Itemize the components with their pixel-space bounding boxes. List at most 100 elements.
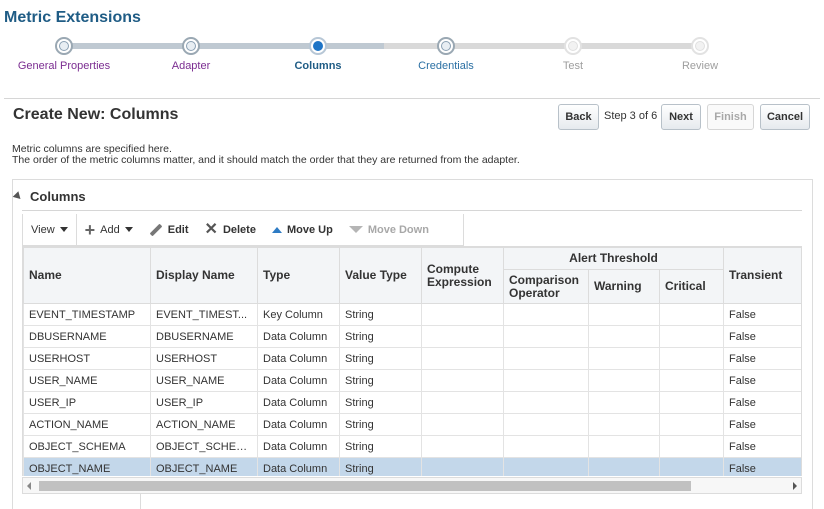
cell-transient: False	[723, 347, 801, 370]
chevron-down-icon	[59, 227, 68, 232]
move-down-label: Move Down	[367, 223, 429, 236]
cell-warning	[588, 369, 660, 392]
table-row[interactable]: USER_NAME USER_NAME Data Column String False	[23, 369, 801, 392]
header-transient[interactable]: Transient	[723, 247, 801, 304]
cell-type: Data Column	[257, 347, 340, 370]
header-display-name[interactable]: Display Name	[150, 247, 258, 304]
table-row[interactable]: USER_IP USER_IP Data Column String False	[23, 391, 801, 414]
scrollbar-thumb[interactable]	[39, 481, 691, 491]
header-critical[interactable]: Critical	[658, 269, 725, 304]
header-compute-expression[interactable]: Compute Expression	[421, 247, 504, 304]
chevron-down-icon	[124, 227, 133, 232]
header-value-type[interactable]: Value Type	[339, 247, 422, 304]
columns-panel-header[interactable]: Columns	[12, 189, 86, 204]
edit-button[interactable]: Edit	[141, 214, 197, 245]
table-row[interactable]: OBJECT_NAME OBJECT_NAME Data Column String F…	[23, 457, 801, 476]
cell-transient: False	[723, 303, 801, 326]
cell-compute-expression	[421, 347, 504, 370]
cell-compute-expression	[421, 457, 504, 476]
cell-warning	[588, 347, 660, 370]
cell-comparison-operator	[503, 369, 589, 392]
add-label: Add	[100, 223, 120, 236]
train-step-adapter[interactable]: Adapter	[131, 34, 251, 72]
back-button[interactable]: Back	[558, 104, 599, 130]
header-name[interactable]: Name	[23, 247, 151, 304]
cell-transient: False	[723, 391, 801, 414]
train-step-dot-icon	[691, 37, 709, 55]
columns-panel-title: Columns	[30, 189, 86, 204]
panel-header-divider	[22, 210, 802, 211]
finish-button: Finish	[707, 104, 754, 130]
header-warning[interactable]: Warning	[588, 269, 660, 304]
add-menu[interactable]: + Add	[77, 214, 141, 245]
train-step-credentials[interactable]: Credentials	[386, 34, 506, 72]
cell-type: Data Column	[257, 369, 340, 392]
view-label: View	[31, 223, 55, 236]
collapse-caret-icon[interactable]	[12, 191, 24, 202]
cell-comparison-operator	[503, 457, 589, 476]
cell-comparison-operator	[503, 325, 589, 348]
cell-warning	[588, 303, 660, 326]
train-step-general-properties[interactable]: General Properties	[4, 34, 124, 72]
train-step-label: Credentials	[418, 60, 474, 72]
header-type[interactable]: Type	[257, 247, 340, 304]
cell-warning	[588, 391, 660, 414]
cell-type: Data Column	[257, 391, 340, 414]
cancel-button[interactable]: Cancel	[760, 104, 810, 130]
cell-warning	[588, 325, 660, 348]
delete-x-icon: ✕	[204, 220, 218, 238]
cell-compute-expression	[421, 413, 504, 436]
step-indicator: Step 3 of 6	[604, 110, 658, 122]
cell-comparison-operator	[503, 435, 589, 458]
cell-transient: False	[723, 413, 801, 436]
cell-display-name: OBJECT_SCHEMA	[150, 435, 258, 458]
cell-comparison-operator	[503, 391, 589, 414]
table-row[interactable]: USERHOST USERHOST Data Column String False	[23, 347, 801, 370]
cell-transient: False	[723, 369, 801, 392]
cell-type: Data Column	[257, 325, 340, 348]
move-up-button[interactable]: Move Up	[264, 214, 341, 245]
delete-button[interactable]: ✕ Delete	[197, 214, 264, 245]
cell-display-name: USER_IP	[150, 391, 258, 414]
move-down-icon	[348, 226, 363, 233]
header-divider	[4, 98, 820, 99]
cell-critical	[658, 325, 725, 348]
header-alert-threshold: Alert Threshold	[502, 247, 725, 270]
columns-table: Name Display Name Type Value Type Comput…	[22, 246, 802, 476]
table-row[interactable]: OBJECT_SCHEMA OBJECT_SCHEMA Data Column Str…	[23, 435, 801, 458]
cell-name: OBJECT_SCHEMA	[23, 435, 151, 458]
view-menu[interactable]: View	[23, 214, 76, 245]
table-row[interactable]: EVENT_TIMESTAMP EVENT_TIMEST... Key Column…	[23, 303, 801, 326]
cell-value-type: String	[339, 369, 422, 392]
cell-name: USER_NAME	[23, 369, 151, 392]
cell-display-name: ACTION_NAME	[150, 413, 258, 436]
header-comparison-operator[interactable]: Comparison Operator	[503, 269, 589, 304]
train-step-label: Review	[681, 60, 719, 72]
cell-name: OBJECT_NAME	[23, 457, 151, 476]
cell-value-type: String	[339, 457, 422, 476]
wizard-train: General Properties Adapter Columns Credenti…	[0, 34, 824, 84]
cell-critical	[658, 457, 725, 476]
cell-critical	[658, 347, 725, 370]
train-step-dot-icon	[182, 37, 200, 55]
move-up-label: Move Up	[286, 223, 333, 236]
scroll-right-icon[interactable]	[793, 482, 797, 490]
cell-compute-expression	[421, 369, 504, 392]
description-line-2: The order of the metric columns matter, …	[12, 154, 520, 166]
next-button[interactable]: Next	[661, 104, 701, 130]
train-step-label: Adapter	[171, 60, 211, 72]
cell-name: EVENT_TIMESTAMP	[23, 303, 151, 326]
move-up-icon	[271, 226, 282, 233]
cell-critical	[658, 435, 725, 458]
train-step-label: Test	[562, 60, 584, 72]
cell-type: Data Column	[257, 457, 340, 476]
table-row[interactable]: ACTION_NAME ACTION_NAME Data Column String F…	[23, 413, 801, 436]
scroll-left-icon[interactable]	[27, 482, 31, 490]
cell-value-type: String	[339, 347, 422, 370]
horizontal-scrollbar[interactable]	[22, 477, 802, 494]
cell-comparison-operator	[503, 413, 589, 436]
cell-display-name: EVENT_TIMEST...	[150, 303, 258, 326]
table-row[interactable]: DBUSERNAME DBUSERNAME Data Column String Fal…	[23, 325, 801, 348]
cell-type: Data Column	[257, 413, 340, 436]
cell-compute-expression	[421, 435, 504, 458]
